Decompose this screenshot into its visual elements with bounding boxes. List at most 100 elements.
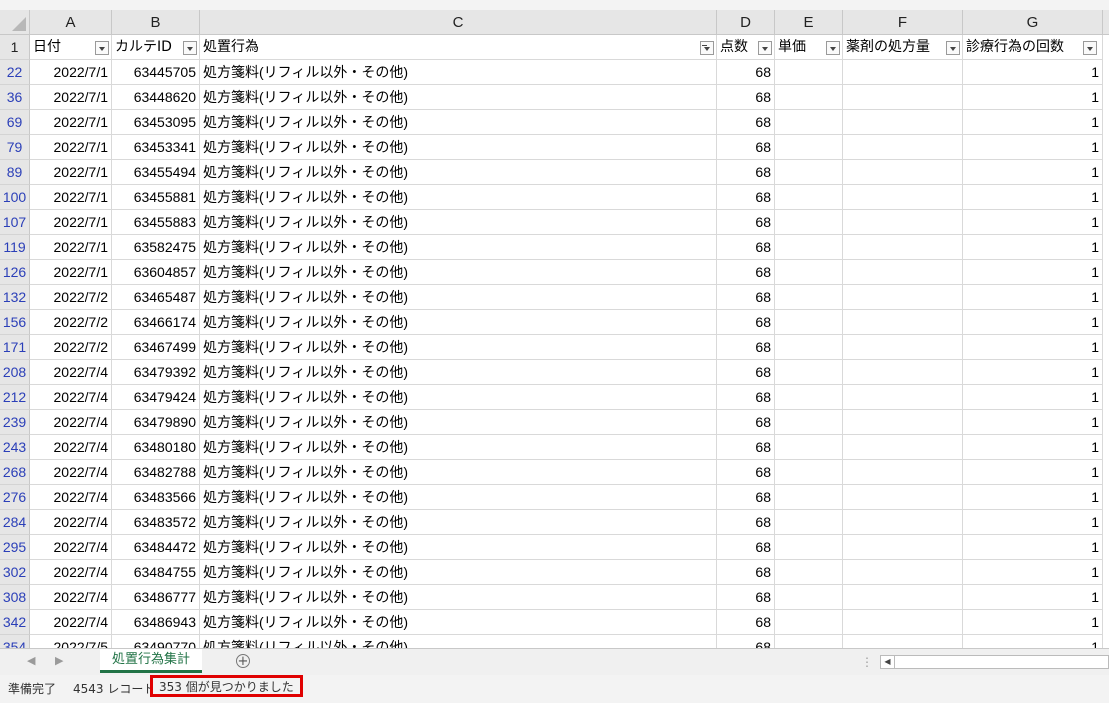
- cell-price[interactable]: [775, 260, 843, 285]
- cell-points[interactable]: 68: [717, 60, 775, 85]
- cell-price[interactable]: [775, 585, 843, 610]
- header-cell-action[interactable]: 処置行為: [200, 35, 717, 60]
- row-header[interactable]: 302: [0, 560, 30, 585]
- cell-date[interactable]: 2022/7/1: [30, 135, 112, 160]
- cell-chart-id[interactable]: 63479392: [112, 360, 200, 385]
- cell-points[interactable]: 68: [717, 185, 775, 210]
- row-header[interactable]: 268: [0, 460, 30, 485]
- cell-count[interactable]: 1: [963, 635, 1103, 648]
- cell-points[interactable]: 68: [717, 385, 775, 410]
- cell-action[interactable]: 処方箋料(リフィル以外・その他): [200, 385, 717, 410]
- row-header[interactable]: 36: [0, 85, 30, 110]
- cell-chart-id[interactable]: 63455883: [112, 210, 200, 235]
- cell-chart-id[interactable]: 63480180: [112, 435, 200, 460]
- cell-count[interactable]: 1: [963, 85, 1103, 110]
- cell-count[interactable]: 1: [963, 360, 1103, 385]
- header-cell-count[interactable]: 診療行為の回数: [963, 35, 1103, 60]
- cell-dose[interactable]: [843, 360, 963, 385]
- cell-points[interactable]: 68: [717, 135, 775, 160]
- row-header[interactable]: 119: [0, 235, 30, 260]
- cell-chart-id[interactable]: 63484755: [112, 560, 200, 585]
- cell-date[interactable]: 2022/7/1: [30, 85, 112, 110]
- cell-dose[interactable]: [843, 335, 963, 360]
- cell-action[interactable]: 処方箋料(リフィル以外・その他): [200, 635, 717, 648]
- cell-date[interactable]: 2022/7/4: [30, 360, 112, 385]
- cell-price[interactable]: [775, 560, 843, 585]
- cell-date[interactable]: 2022/7/1: [30, 185, 112, 210]
- cell-price[interactable]: [775, 160, 843, 185]
- cell-points[interactable]: 68: [717, 635, 775, 648]
- cell-dose[interactable]: [843, 535, 963, 560]
- cell-action[interactable]: 処方箋料(リフィル以外・その他): [200, 210, 717, 235]
- column-header-h[interactable]: [1103, 10, 1109, 35]
- cell-count[interactable]: 1: [963, 435, 1103, 460]
- cell-action[interactable]: 処方箋料(リフィル以外・その他): [200, 235, 717, 260]
- cell-points[interactable]: 68: [717, 310, 775, 335]
- filter-dropdown-count-icon[interactable]: [1083, 41, 1097, 55]
- cell-date[interactable]: 2022/7/4: [30, 535, 112, 560]
- row-header[interactable]: 156: [0, 310, 30, 335]
- cell-dose[interactable]: [843, 60, 963, 85]
- cell-chart-id[interactable]: 63483566: [112, 485, 200, 510]
- cell-date[interactable]: 2022/7/2: [30, 310, 112, 335]
- cell-count[interactable]: 1: [963, 410, 1103, 435]
- cell-dose[interactable]: [843, 185, 963, 210]
- cell-points[interactable]: 68: [717, 285, 775, 310]
- row-header[interactable]: 354: [0, 635, 30, 648]
- cell-count[interactable]: 1: [963, 60, 1103, 85]
- filter-dropdown-date-icon[interactable]: [95, 41, 109, 55]
- cell-dose[interactable]: [843, 310, 963, 335]
- cell-price[interactable]: [775, 385, 843, 410]
- cell-count[interactable]: 1: [963, 235, 1103, 260]
- cell-price[interactable]: [775, 210, 843, 235]
- cell-date[interactable]: 2022/7/4: [30, 385, 112, 410]
- cell-chart-id[interactable]: 63455881: [112, 185, 200, 210]
- cell-count[interactable]: 1: [963, 510, 1103, 535]
- row-header[interactable]: 89: [0, 160, 30, 185]
- filter-dropdown-points-icon[interactable]: [758, 41, 772, 55]
- cell-count[interactable]: 1: [963, 285, 1103, 310]
- cell-chart-id[interactable]: 63465487: [112, 285, 200, 310]
- cell-dose[interactable]: [843, 635, 963, 648]
- cell-count[interactable]: 1: [963, 185, 1103, 210]
- cell-action[interactable]: 処方箋料(リフィル以外・その他): [200, 60, 717, 85]
- filter-active-action-icon[interactable]: [700, 41, 714, 55]
- cell-dose[interactable]: [843, 510, 963, 535]
- cell-price[interactable]: [775, 460, 843, 485]
- cell-count[interactable]: 1: [963, 585, 1103, 610]
- cell-count[interactable]: 1: [963, 210, 1103, 235]
- cell-dose[interactable]: [843, 435, 963, 460]
- cell-action[interactable]: 処方箋料(リフィル以外・その他): [200, 610, 717, 635]
- cell-action[interactable]: 処方箋料(リフィル以外・その他): [200, 160, 717, 185]
- cell-chart-id[interactable]: 63445705: [112, 60, 200, 85]
- cell-count[interactable]: 1: [963, 385, 1103, 410]
- cell-dose[interactable]: [843, 260, 963, 285]
- cell-date[interactable]: 2022/7/4: [30, 410, 112, 435]
- filter-dropdown-price-icon[interactable]: [826, 41, 840, 55]
- cell-dose[interactable]: [843, 410, 963, 435]
- cell-chart-id[interactable]: 63486777: [112, 585, 200, 610]
- cell-dose[interactable]: [843, 210, 963, 235]
- cell-price[interactable]: [775, 610, 843, 635]
- cell-count[interactable]: 1: [963, 610, 1103, 635]
- row-header[interactable]: 22: [0, 60, 30, 85]
- cell-chart-id[interactable]: 63604857: [112, 260, 200, 285]
- cell-chart-id[interactable]: 63453341: [112, 135, 200, 160]
- cell-count[interactable]: 1: [963, 310, 1103, 335]
- cell-dose[interactable]: [843, 160, 963, 185]
- cell-points[interactable]: 68: [717, 85, 775, 110]
- row-header[interactable]: 295: [0, 535, 30, 560]
- cell-price[interactable]: [775, 185, 843, 210]
- row-header[interactable]: 243: [0, 435, 30, 460]
- cell-date[interactable]: 2022/7/4: [30, 585, 112, 610]
- cell-chart-id[interactable]: 63453095: [112, 110, 200, 135]
- cell-dose[interactable]: [843, 135, 963, 160]
- cell-dose[interactable]: [843, 385, 963, 410]
- cell-count[interactable]: 1: [963, 335, 1103, 360]
- cell-price[interactable]: [775, 135, 843, 160]
- cell-chart-id[interactable]: 63482788: [112, 460, 200, 485]
- next-sheet-icon[interactable]: ▶: [55, 654, 63, 667]
- cell-date[interactable]: 2022/7/1: [30, 60, 112, 85]
- cell-action[interactable]: 処方箋料(リフィル以外・その他): [200, 335, 717, 360]
- cell-count[interactable]: 1: [963, 560, 1103, 585]
